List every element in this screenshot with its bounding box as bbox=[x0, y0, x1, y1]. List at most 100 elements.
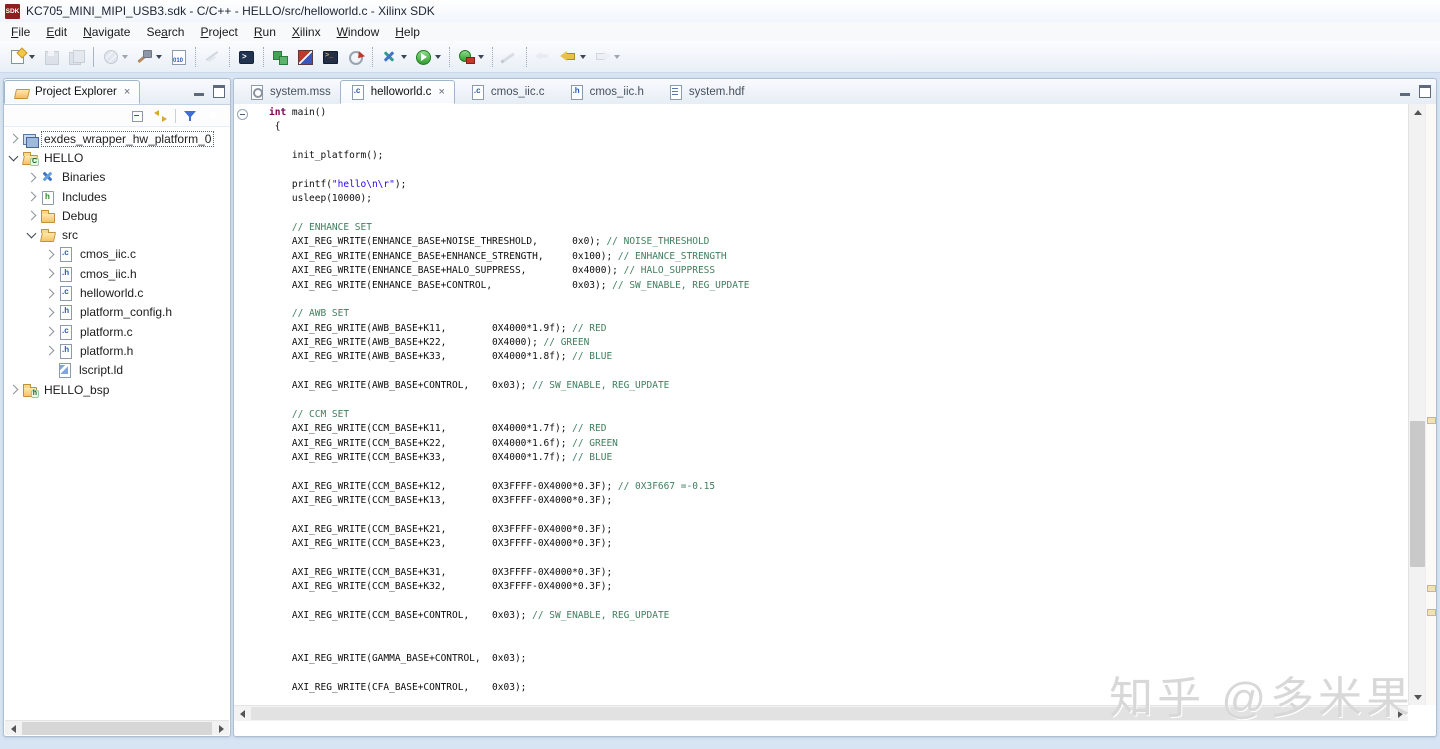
code-line[interactable]: AXI_REG_WRITE(ENHANCE_BASE+ENHANCE_STREN… bbox=[269, 250, 1406, 264]
code-line[interactable]: AXI_REG_WRITE(CCM_BASE+K33, 0X4000*1.7f)… bbox=[269, 451, 1406, 465]
dropdown-arrow-icon[interactable] bbox=[580, 55, 586, 59]
editor-horizontal-scrollbar[interactable] bbox=[234, 705, 1408, 721]
dropdown-arrow-icon[interactable] bbox=[478, 55, 484, 59]
chevron-right-icon[interactable] bbox=[27, 192, 37, 202]
occurrence-marker[interactable] bbox=[1427, 609, 1436, 616]
dropdown-arrow-icon[interactable] bbox=[29, 55, 35, 59]
dropdown-arrow-icon[interactable] bbox=[435, 55, 441, 59]
code-line[interactable] bbox=[269, 638, 1406, 652]
code-line[interactable]: AXI_REG_WRITE(CCM_BASE+K12, 0X3FFFF-0X40… bbox=[269, 480, 1406, 494]
code-line[interactable] bbox=[269, 164, 1406, 178]
code-line[interactable]: // ENHANCE SET bbox=[269, 221, 1406, 235]
code-line[interactable]: { bbox=[269, 120, 1406, 134]
chevron-right-icon[interactable] bbox=[27, 211, 37, 221]
chevron-right-icon[interactable] bbox=[45, 346, 55, 356]
code-line[interactable] bbox=[269, 624, 1406, 638]
maximize-view-button[interactable] bbox=[213, 85, 225, 98]
tree-item-debug[interactable]: Debug bbox=[4, 206, 230, 225]
chevron-right-icon[interactable] bbox=[45, 307, 55, 317]
code-line[interactable]: AXI_REG_WRITE(CCM_BASE+K22, 0X4000*1.6f)… bbox=[269, 437, 1406, 451]
code-line[interactable]: AXI_REG_WRITE(ENHANCE_BASE+CONTROL, 0x03… bbox=[269, 279, 1406, 293]
build-button[interactable] bbox=[132, 44, 166, 70]
chevron-down-icon[interactable] bbox=[9, 151, 19, 161]
dropdown-arrow-icon[interactable] bbox=[614, 55, 620, 59]
chevron-right-icon[interactable] bbox=[45, 288, 55, 298]
chevron-down-icon[interactable] bbox=[27, 229, 37, 239]
menu-xilinx[interactable]: Xilinx bbox=[284, 24, 329, 40]
code-line[interactable]: AXI_REG_WRITE(ENHANCE_BASE+HALO_SUPPRESS… bbox=[269, 264, 1406, 278]
forward-button[interactable] bbox=[590, 44, 624, 70]
menu-navigate[interactable]: Navigate bbox=[75, 24, 138, 40]
collapse-region-icon[interactable] bbox=[237, 109, 248, 120]
tab-cmos-iic-c[interactable]: cmos_iic.c bbox=[461, 79, 554, 104]
filter-button[interactable] bbox=[182, 108, 199, 124]
tree-item-cmos-iic-c[interactable]: cmos_iic.c bbox=[4, 245, 230, 264]
code-line[interactable]: AXI_REG_WRITE(GAMMA_BASE+CONTROL, 0x03); bbox=[269, 652, 1406, 666]
tree-item-platform-h[interactable]: platform.h bbox=[4, 341, 230, 360]
tab-system-mss[interactable]: system.mss bbox=[240, 79, 340, 104]
scroll-right-icon[interactable] bbox=[1392, 706, 1408, 721]
minimize-view-button[interactable] bbox=[194, 93, 204, 96]
code-line[interactable] bbox=[269, 394, 1406, 408]
save-all-button[interactable] bbox=[64, 44, 89, 70]
external-tools-button[interactable] bbox=[454, 44, 488, 70]
tree-item-cmos-iic-h[interactable]: cmos_iic.h bbox=[4, 264, 230, 283]
menu-edit[interactable]: Edit bbox=[38, 24, 75, 40]
scroll-right-icon[interactable] bbox=[213, 721, 229, 736]
tree-item-platform-c[interactable]: platform.c bbox=[4, 322, 230, 341]
code-line[interactable]: AXI_REG_WRITE(AWB_BASE+K33, 0X4000*1.8f)… bbox=[269, 350, 1406, 364]
scrollbar-thumb[interactable] bbox=[251, 707, 1391, 720]
code-line[interactable] bbox=[269, 135, 1406, 149]
link-with-editor-button[interactable] bbox=[152, 108, 169, 124]
sync-button[interactable] bbox=[343, 44, 368, 70]
menu-help[interactable]: Help bbox=[387, 24, 428, 40]
chevron-right-icon[interactable] bbox=[45, 327, 55, 337]
tree-item-lscript-ld[interactable]: lscript.ld bbox=[4, 361, 230, 380]
minimize-editor-button[interactable] bbox=[1400, 93, 1410, 96]
code-line[interactable]: AXI_REG_WRITE(CCM_BASE+K23, 0X3FFFF-0X40… bbox=[269, 537, 1406, 551]
code-line[interactable]: AXI_REG_WRITE(ENHANCE_BASE+NOISE_THRESHO… bbox=[269, 235, 1406, 249]
close-icon[interactable]: × bbox=[436, 86, 444, 98]
program-fpga-button[interactable] bbox=[268, 44, 293, 70]
folding-gutter[interactable] bbox=[234, 104, 250, 721]
code-line[interactable]: AXI_REG_WRITE(CCM_BASE+K13, 0X3FFFF-0X40… bbox=[269, 494, 1406, 508]
code-line[interactable] bbox=[269, 667, 1406, 681]
scroll-left-icon[interactable] bbox=[5, 721, 21, 736]
chevron-right-icon[interactable] bbox=[45, 269, 55, 279]
close-icon[interactable]: × bbox=[122, 86, 130, 98]
code-line[interactable]: int main() bbox=[269, 106, 1406, 120]
launch-config-button[interactable] bbox=[98, 44, 132, 70]
code-line[interactable]: AXI_REG_WRITE(AWB_BASE+CONTROL, 0x03); /… bbox=[269, 379, 1406, 393]
vivado-button[interactable] bbox=[293, 44, 318, 70]
new-button[interactable] bbox=[5, 44, 39, 70]
scrollbar-thumb[interactable] bbox=[22, 722, 212, 735]
code-line[interactable]: AXI_REG_WRITE(CCM_BASE+K31, 0X3FFFF-0X40… bbox=[269, 566, 1406, 580]
occurrence-marker[interactable] bbox=[1427, 585, 1436, 592]
code-line[interactable]: usleep(10000); bbox=[269, 192, 1406, 206]
tree-item-hello-bsp[interactable]: hHELLO_bsp bbox=[4, 380, 230, 399]
code-line[interactable] bbox=[269, 365, 1406, 379]
code-line[interactable]: // AWB SET bbox=[269, 307, 1406, 321]
sdk-terminal-button[interactable] bbox=[318, 44, 343, 70]
tree-item-src[interactable]: src bbox=[4, 225, 230, 244]
tree-item-helloworld-c[interactable]: helloworld.c bbox=[4, 283, 230, 302]
pin-editor-button[interactable] bbox=[497, 44, 522, 70]
tab-system-hdf[interactable]: system.hdf bbox=[659, 79, 754, 104]
tree-item-binaries[interactable]: Binaries bbox=[4, 168, 230, 187]
dropdown-arrow-icon[interactable] bbox=[401, 55, 407, 59]
menu-search[interactable]: Search bbox=[138, 24, 192, 40]
scroll-down-icon[interactable] bbox=[1409, 689, 1426, 705]
tab-project-explorer[interactable]: Project Explorer × bbox=[4, 80, 140, 104]
chevron-right-icon[interactable] bbox=[27, 172, 37, 182]
tree-item-exdes-wrapper-hw-platform-0[interactable]: exdes_wrapper_hw_platform_0 bbox=[4, 129, 230, 148]
code-line[interactable]: init_platform(); bbox=[269, 149, 1406, 163]
menu-run[interactable]: Run bbox=[246, 24, 284, 40]
menu-window[interactable]: Window bbox=[329, 24, 388, 40]
code-line[interactable]: AXI_REG_WRITE(CCM_BASE+K32, 0X3FFFF-0X40… bbox=[269, 580, 1406, 594]
overview-ruler[interactable] bbox=[1425, 104, 1436, 705]
code-line[interactable]: AXI_REG_WRITE(AWB_BASE+K11, 0X4000*1.9f)… bbox=[269, 322, 1406, 336]
back-disabled-button[interactable] bbox=[531, 44, 556, 70]
back-button[interactable] bbox=[556, 44, 590, 70]
code-line[interactable] bbox=[269, 509, 1406, 523]
code-line[interactable] bbox=[269, 293, 1406, 307]
